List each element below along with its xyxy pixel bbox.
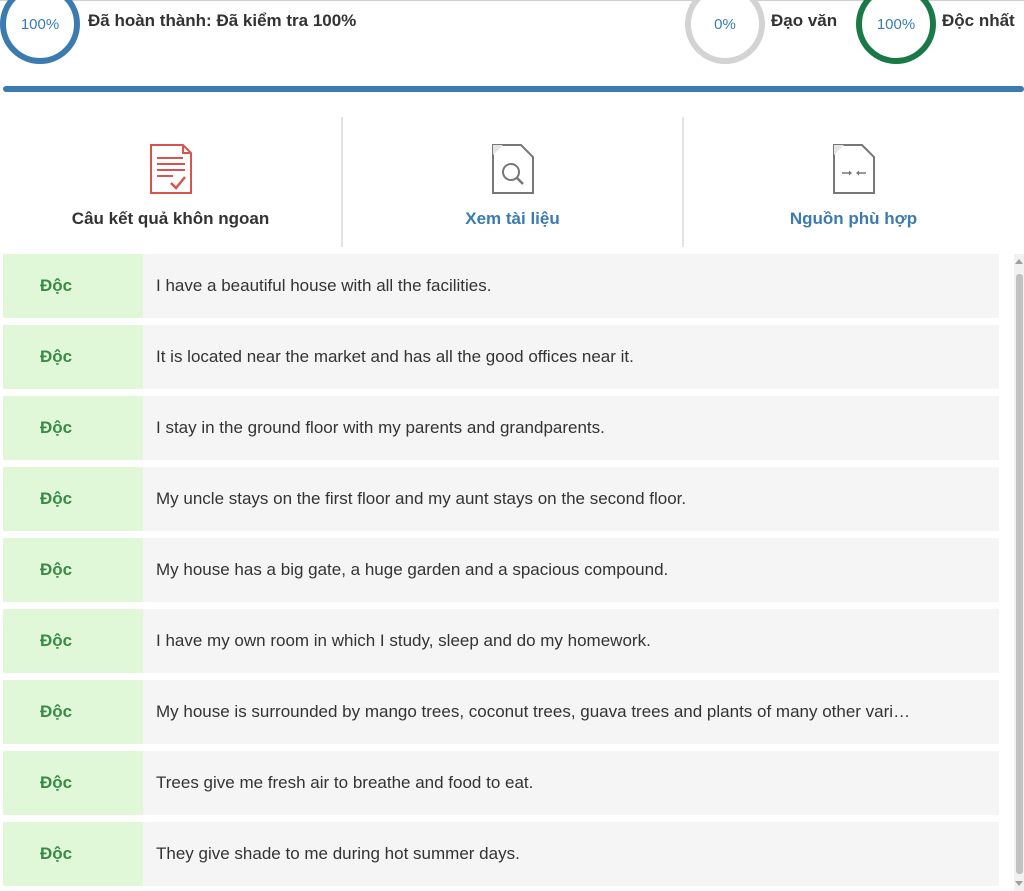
unique-tag: Độc (3, 751, 143, 815)
sentence-text: It is located near the market and has al… (156, 347, 634, 366)
sentence-row[interactable]: Độc My house has a big gate, a huge gard… (3, 538, 999, 602)
sentence-row[interactable]: Độc My uncle stays on the first floor an… (3, 467, 999, 531)
progress-divider (3, 86, 1024, 92)
sentence-row[interactable]: Độc Trees give me fresh air to breathe a… (3, 751, 999, 815)
scroll-up-arrow-icon[interactable] (1014, 254, 1024, 268)
tab-view-document[interactable]: Xem tài liệu (341, 117, 682, 247)
sentence-row[interactable]: Độc I have my own room in which I study,… (3, 609, 999, 673)
result-tabs: Câu kết quả khôn ngoan Xem tài liệu Nguồ… (0, 117, 1024, 247)
sentence-text: I have a beautiful house with all the fa… (156, 276, 492, 295)
unique-tag: Độc (3, 609, 143, 673)
sentence-text: My uncle stays on the first floor and my… (156, 489, 687, 508)
tab-sentence-results-label: Câu kết quả khôn ngoan (71, 209, 270, 228)
sentence-text: I stay in the ground floor with my paren… (156, 418, 605, 437)
stats-bar: 100% Đã hoàn thành: Đã kiểm tra 100% 0% … (0, 0, 1024, 86)
tab-sentence-results[interactable]: Câu kết quả khôn ngoan (0, 117, 341, 247)
sentence-row[interactable]: Độc My house is surrounded by mango tree… (3, 680, 999, 744)
completion-ring-text: 100% (20, 15, 60, 33)
unique-ring-text: 100% (876, 15, 916, 33)
plagiarism-label: Đạo văn (771, 11, 838, 30)
unique-tag: Độc (3, 396, 143, 460)
sentence-row[interactable]: Độc They give shade to me during hot sum… (3, 822, 999, 886)
sentence-text: My house is surrounded by mango trees, c… (156, 702, 911, 721)
plagiarism-ring-text: 0% (714, 15, 736, 33)
unique-tag: Độc (3, 325, 143, 389)
unique-tag: Độc (3, 467, 143, 531)
document-search-icon (491, 144, 534, 194)
completion-label: Đã hoàn thành: Đã kiểm tra 100% (88, 11, 357, 30)
list-scrollbar[interactable] (1014, 254, 1024, 891)
scroll-thumb[interactable] (1016, 274, 1023, 874)
tab-matching-sources-label: Nguồn phù hợp (789, 209, 918, 228)
sentence-text: Trees give me fresh air to breathe and f… (156, 773, 534, 792)
scroll-down-arrow-icon[interactable] (1014, 877, 1024, 891)
unique-tag: Độc (3, 680, 143, 744)
tab-view-document-label: Xem tài liệu (465, 209, 560, 228)
sentence-text: My house has a big gate, a huge garden a… (156, 560, 669, 579)
unique-label: Độc nhất (942, 11, 1015, 30)
unique-tag: Độc (3, 822, 143, 886)
report-check-icon (149, 144, 192, 194)
sentence-text: They give shade to me during hot summer … (156, 844, 520, 863)
sentence-list: Độc I have a beautiful house with all th… (3, 254, 999, 891)
sentence-row[interactable]: Độc I have a beautiful house with all th… (3, 254, 999, 318)
document-compare-icon (832, 144, 875, 194)
sentence-row[interactable]: Độc It is located near the market and ha… (3, 325, 999, 389)
sentence-row[interactable]: Độc I stay in the ground floor with my p… (3, 396, 999, 460)
sentence-text: I have my own room in which I study, sle… (156, 631, 651, 650)
unique-tag: Độc (3, 538, 143, 602)
plagiarism-ring: 0% (685, 0, 765, 64)
completion-ring: 100% (0, 0, 80, 64)
unique-tag: Độc (3, 254, 143, 318)
unique-ring: 100% (856, 0, 936, 64)
tab-matching-sources[interactable]: Nguồn phù hợp (682, 117, 1023, 247)
